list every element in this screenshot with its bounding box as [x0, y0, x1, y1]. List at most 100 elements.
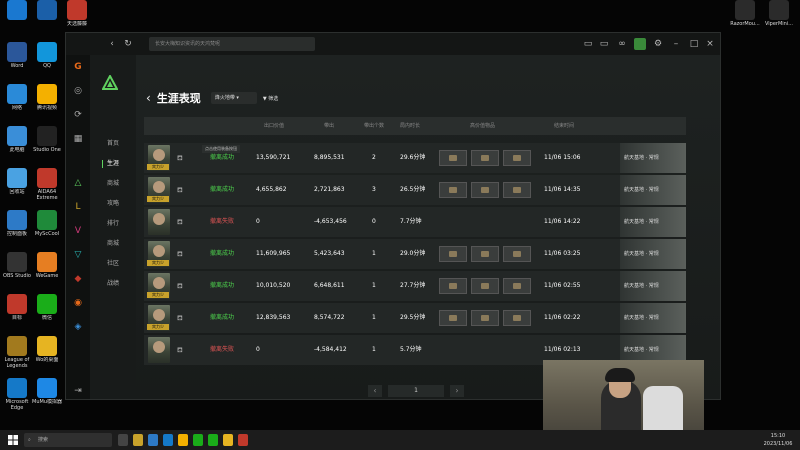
- desktop-icon[interactable]: QQ: [30, 42, 64, 69]
- maximize-icon[interactable]: □: [688, 38, 700, 50]
- desktop-icon[interactable]: 网络: [0, 84, 34, 111]
- clock[interactable]: 15:10 2023/11/06: [758, 432, 798, 448]
- nav-item-career[interactable]: 生涯: [90, 157, 136, 171]
- desktop-icon[interactable]: [0, 0, 34, 21]
- item-thumbnail[interactable]: [503, 278, 531, 294]
- item-thumbnail[interactable]: [471, 246, 499, 262]
- map-mode-label[interactable]: 航天基地 · 常规: [620, 175, 686, 205]
- game-icon[interactable]: ∞: [616, 38, 628, 50]
- game-icon[interactable]: ◎: [72, 85, 84, 97]
- taskbar-app-icon[interactable]: [193, 434, 203, 446]
- desktop-icon[interactable]: [30, 0, 64, 21]
- table-row[interactable]: 宾力少 ⛾ 撤离成功 10,010,520 6,648,611 1 27.7分钟 11/06 …: [144, 271, 686, 301]
- map-mode-label[interactable]: 航天基地 · 常规: [620, 239, 686, 269]
- desktop-icon[interactable]: 回收站: [0, 168, 34, 195]
- map-mode-label[interactable]: 航天基地 · 常规: [620, 271, 686, 301]
- desktop-icon[interactable]: WeGame: [30, 252, 64, 279]
- store-icon[interactable]: ▦: [72, 133, 84, 145]
- update-icon[interactable]: ⟳: [72, 109, 84, 121]
- screen-icon[interactable]: ▭: [598, 38, 610, 50]
- taskbar-app-icon[interactable]: [178, 434, 188, 446]
- table-row[interactable]: 宾力少 ⛾ 撤离成功 11,609,965 5,423,643 1 29.0分钟 11/06 …: [144, 239, 686, 269]
- map-mode-label[interactable]: 航天基地 · 常规: [620, 207, 686, 237]
- back-icon[interactable]: ‹: [106, 38, 118, 50]
- game-icon[interactable]: ◉: [72, 297, 84, 309]
- nav-item-record[interactable]: 战绩: [90, 277, 136, 291]
- taskbar-app-icon[interactable]: [163, 434, 173, 446]
- nav-item-community[interactable]: 社区: [90, 257, 136, 271]
- desktop-icon[interactable]: OBS Studio: [0, 252, 34, 279]
- desktop-icon[interactable]: AIDA64 Extreme: [30, 168, 64, 201]
- next-page-button[interactable]: ›: [450, 385, 464, 397]
- desktop-icon[interactable]: Studio One: [30, 126, 64, 153]
- nav-item-rank[interactable]: 排行: [90, 217, 136, 231]
- filter-button[interactable]: ▼ 筛选: [263, 95, 278, 102]
- item-thumbnail[interactable]: [471, 278, 499, 294]
- windows-start-icon[interactable]: [8, 435, 18, 445]
- nav-item-mall[interactable]: 商城: [90, 237, 136, 251]
- table-row[interactable]: 宾力少 ⛾ 撤离成功 12,839,563 8,574,722 1 29.5分钟 11/06 …: [144, 303, 686, 333]
- item-thumbnail[interactable]: [503, 310, 531, 326]
- item-thumbnail[interactable]: [471, 310, 499, 326]
- desktop-icon[interactable]: 控制面板: [0, 210, 34, 237]
- valorant-icon[interactable]: V: [72, 225, 84, 237]
- settings-icon[interactable]: ⚙: [652, 38, 664, 50]
- taskbar-app-icon[interactable]: [133, 434, 143, 446]
- exit-value: 10,010,520: [256, 282, 291, 289]
- search-input[interactable]: 长安大梅知识资讯的天鸿梵呢: [149, 37, 315, 51]
- item-thumbnail[interactable]: [439, 278, 467, 294]
- minimize-icon[interactable]: –: [670, 38, 682, 50]
- triangle-game-icon[interactable]: ▽: [72, 249, 84, 261]
- lol-icon[interactable]: L: [72, 201, 84, 213]
- desktop-icon[interactable]: MyScCool: [30, 210, 64, 237]
- item-thumbnail[interactable]: [439, 246, 467, 262]
- folder-icon[interactable]: ▭: [582, 38, 594, 50]
- close-icon[interactable]: ×: [704, 38, 716, 50]
- nav-item-shop[interactable]: 商城: [90, 177, 136, 191]
- prev-page-button[interactable]: ‹: [368, 385, 382, 397]
- desktop-icon[interactable]: 目标: [0, 294, 34, 321]
- taskbar-search[interactable]: ⌕ 搜索: [24, 433, 112, 447]
- refresh-icon[interactable]: ↻: [122, 38, 134, 50]
- nav-item-home[interactable]: 首页: [90, 137, 136, 151]
- nav-item-guide[interactable]: 攻略: [90, 197, 136, 211]
- item-thumbnail[interactable]: [439, 182, 467, 198]
- page-number[interactable]: 1: [388, 385, 444, 397]
- collapse-icon[interactable]: ⇥: [72, 385, 84, 397]
- item-thumbnail[interactable]: [471, 150, 499, 166]
- back-icon[interactable]: ‹: [146, 91, 151, 105]
- game-icon[interactable]: ◈: [72, 321, 84, 333]
- item-thumbnail[interactable]: [503, 182, 531, 198]
- taskbar-app-icon[interactable]: [208, 434, 218, 446]
- item-thumbnail[interactable]: [439, 150, 467, 166]
- map-mode-label[interactable]: 航天基地 · 常规: [620, 143, 686, 173]
- desktop-icon[interactable]: 微信: [30, 294, 64, 321]
- taskbar-app-icon[interactable]: [148, 434, 158, 446]
- item-thumbnail[interactable]: [503, 150, 531, 166]
- desktop-icon[interactable]: Wo的桌面: [30, 336, 64, 363]
- desktop-icon[interactable]: ViperMini...: [762, 0, 796, 27]
- taskbar-app-icon[interactable]: [238, 434, 248, 446]
- delta-force-icon[interactable]: △: [72, 177, 84, 189]
- mode-select[interactable]: 烽火地带 ▾: [210, 92, 257, 104]
- item-thumbnail[interactable]: [471, 182, 499, 198]
- avatar[interactable]: [634, 38, 646, 50]
- desktop-icon[interactable]: 此电脑: [0, 126, 34, 153]
- taskbar-app-icon[interactable]: [118, 434, 128, 446]
- desktop-icon[interactable]: Word: [0, 42, 34, 69]
- desktop-icon[interactable]: MuMu模拟器: [30, 378, 64, 405]
- rank-badge: 宾力少: [147, 324, 169, 330]
- desktop-icon[interactable]: Microsoft Edge: [0, 378, 34, 411]
- desktop-icon[interactable]: 天选藤藤: [60, 0, 94, 27]
- taskbar-app-icon[interactable]: [223, 434, 233, 446]
- desktop-icon[interactable]: League of Legends: [0, 336, 34, 369]
- table-row[interactable]: ⛾ 撤离失败 0 -4,653,456 0 7.7分钟 11/06 14:22 航天基地 · …: [144, 207, 686, 237]
- app-icon: [37, 126, 57, 146]
- desktop-icon[interactable]: RazorMou...: [728, 0, 762, 27]
- map-mode-label[interactable]: 航天基地 · 常规: [620, 303, 686, 333]
- item-thumbnail[interactable]: [439, 310, 467, 326]
- game-icon[interactable]: ◆: [72, 273, 84, 285]
- table-row[interactable]: 宾力少 ⛾ 撤离成功 4,655,862 2,721,863 3 26.5分钟 11/06 1…: [144, 175, 686, 205]
- desktop-icon[interactable]: 腾讯视频: [30, 84, 64, 111]
- item-thumbnail[interactable]: [503, 246, 531, 262]
